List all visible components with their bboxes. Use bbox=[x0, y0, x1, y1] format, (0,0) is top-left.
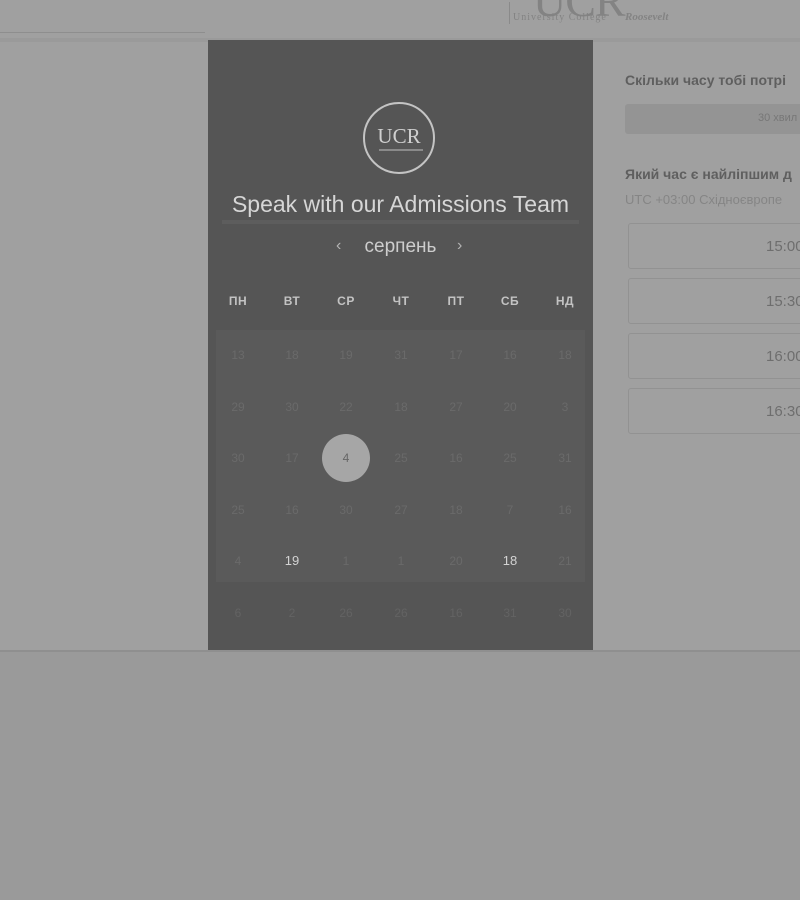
time-slot-button[interactable]: 15:30 bbox=[628, 278, 800, 324]
calendar-day: 31 bbox=[503, 606, 517, 620]
calendar-day: 20 bbox=[449, 554, 463, 568]
calendar-day: 25 bbox=[394, 451, 408, 465]
calendar-day[interactable]: 4 bbox=[322, 434, 370, 482]
calendar-day: 17 bbox=[449, 348, 463, 362]
calendar-day: 25 bbox=[503, 451, 517, 465]
chevron-left-icon[interactable]: ‹ bbox=[336, 237, 341, 255]
ucr-logo: UCR University College Roosevelt bbox=[503, 0, 703, 30]
calendar-day: 6 bbox=[234, 606, 242, 620]
header-divider bbox=[0, 32, 205, 33]
calendar-day: 30 bbox=[558, 606, 572, 620]
calendar-day: 16 bbox=[449, 451, 463, 465]
time-slot-label: 15:00 bbox=[766, 238, 800, 255]
calendar-day: 1 bbox=[342, 554, 350, 568]
calendar-day: 18 bbox=[449, 503, 463, 517]
calendar-day: 19 bbox=[339, 348, 353, 362]
logo-divider bbox=[509, 2, 510, 24]
calendar-day: 26 bbox=[339, 606, 353, 620]
calendar-day: 30 bbox=[339, 503, 353, 517]
calendar-day: 16 bbox=[503, 348, 517, 362]
calendar-day: 7 bbox=[506, 503, 514, 517]
time-slot-button[interactable]: 15:00 bbox=[628, 223, 800, 269]
logo-line-1: University College bbox=[513, 12, 607, 23]
ucr-logo-badge: UCR bbox=[363, 102, 435, 174]
weekday-label: СБ bbox=[500, 294, 520, 308]
admissions-calendar-modal: UCR Speak with our Admissions Team серпе… bbox=[208, 40, 593, 650]
modal-title: Speak with our Admissions Team bbox=[231, 191, 570, 217]
calendar-day: 27 bbox=[394, 503, 408, 517]
calendar-day[interactable]: 18 bbox=[486, 537, 534, 585]
calendar-day: 18 bbox=[285, 348, 299, 362]
calendar-day: 30 bbox=[285, 400, 299, 414]
calendar-day: 16 bbox=[449, 606, 463, 620]
calendar-day: 26 bbox=[394, 606, 408, 620]
chevron-right-icon[interactable]: › bbox=[457, 237, 462, 255]
calendar-day: 2 bbox=[288, 606, 296, 620]
calendar-day: 4 bbox=[234, 554, 242, 568]
calendar-day: 21 bbox=[558, 554, 572, 568]
calendar-day: 17 bbox=[285, 451, 299, 465]
calendar-day: 29 bbox=[231, 400, 245, 414]
weekday-label: НД bbox=[555, 294, 575, 308]
weekday-label: ЧТ bbox=[392, 294, 410, 308]
duration-select[interactable]: 30 хвил bbox=[625, 104, 800, 134]
weekday-label: ВТ bbox=[283, 294, 301, 308]
calendar-day[interactable]: 19 bbox=[268, 537, 316, 585]
calendar-day: 13 bbox=[231, 348, 245, 362]
time-slot-label: 16:30 bbox=[766, 403, 800, 420]
calendar-day: 3 bbox=[561, 400, 569, 414]
modal-title-divider bbox=[222, 220, 579, 224]
calendar-day: 22 bbox=[339, 400, 353, 414]
calendar-day: 18 bbox=[394, 400, 408, 414]
logo-badge-underline bbox=[379, 149, 423, 151]
time-slot-label: 16:00 bbox=[766, 348, 800, 365]
calendar-day: 18 bbox=[558, 348, 572, 362]
logo-badge-text: UCR bbox=[377, 124, 421, 148]
weekday-label: СР bbox=[337, 294, 355, 308]
page-header: UCR University College Roosevelt bbox=[0, 0, 800, 38]
calendar-day: 25 bbox=[231, 503, 245, 517]
calendar-day: 27 bbox=[449, 400, 463, 414]
time-slot-label: 15:30 bbox=[766, 293, 800, 310]
calendar-day: 20 bbox=[503, 400, 517, 414]
calendar-day: 31 bbox=[394, 348, 408, 362]
month-navigation: серпень ‹ › bbox=[208, 236, 593, 262]
weekday-label: ПН bbox=[228, 294, 248, 308]
duration-value: 30 хвил bbox=[758, 112, 798, 124]
time-slot-button[interactable]: 16:00 bbox=[628, 333, 800, 379]
weekday-label: ПТ bbox=[447, 294, 465, 308]
time-question: Який час є найліпшим д bbox=[625, 166, 792, 182]
logo-line-2: Roosevelt bbox=[625, 11, 669, 23]
month-label: серпень bbox=[364, 236, 437, 257]
calendar-day: 31 bbox=[558, 451, 572, 465]
calendar-day: 30 bbox=[231, 451, 245, 465]
scheduler-panel: Скільки часу тобі потрі 30 хвил Який час… bbox=[625, 42, 800, 650]
calendar-day: 16 bbox=[558, 503, 572, 517]
time-slot-button[interactable]: 16:30 bbox=[628, 388, 800, 434]
calendar-day: 1 bbox=[397, 554, 405, 568]
timezone-label[interactable]: UTC +03:00 Східноєвропе bbox=[625, 192, 782, 207]
duration-question: Скільки часу тобі потрі bbox=[625, 72, 786, 88]
calendar-day: 16 bbox=[285, 503, 299, 517]
